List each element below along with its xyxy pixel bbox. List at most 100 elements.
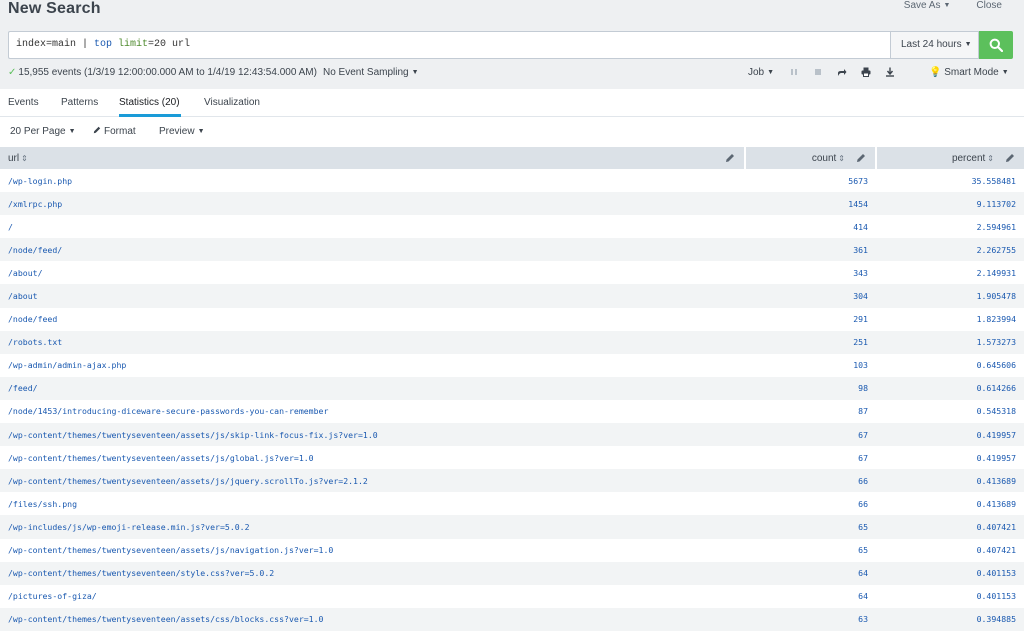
tab-visualization[interactable]: Visualization (204, 97, 260, 108)
percent-cell[interactable]: 0.407421 (876, 538, 1024, 562)
count-cell[interactable]: 67 (745, 423, 876, 447)
percent-cell[interactable]: 35.558481 (876, 169, 1024, 193)
url-cell[interactable]: / (0, 215, 745, 239)
count-cell[interactable]: 66 (745, 469, 876, 493)
table-row: /node/1453/introducing-diceware-secure-p… (0, 399, 1024, 424)
close-button[interactable]: Close (976, 0, 1002, 11)
url-cell[interactable]: /wp-content/themes/twentyseventeen/asset… (0, 423, 745, 447)
percent-cell[interactable]: 0.401153 (876, 584, 1024, 608)
count-cell[interactable]: 64 (745, 561, 876, 585)
url-cell[interactable]: /files/ssh.png (0, 492, 745, 516)
pause-icon[interactable] (788, 66, 800, 78)
url-cell[interactable]: /pictures-of-giza/ (0, 584, 745, 608)
url-cell[interactable]: /wp-content/themes/twentyseventeen/style… (0, 561, 745, 585)
sort-icon[interactable]: ⇕ (987, 154, 994, 163)
save-as-button[interactable]: Save As ▼ (904, 0, 951, 11)
chevron-down-icon: ▼ (767, 69, 775, 76)
url-cell[interactable]: /node/feed/ (0, 238, 745, 262)
job-status-row: ✓ 15,955 events (1/3/19 12:00:00.000 AM t… (0, 62, 1024, 84)
tab-events[interactable]: Events (8, 97, 39, 108)
save-as-label: Save As (903, 0, 941, 11)
tab-statistics[interactable]: Statistics (20) (119, 97, 180, 108)
table-row: /xmlrpc.php 1454 9.113702 (0, 192, 1024, 216)
percent-cell[interactable]: 0.413689 (876, 469, 1024, 493)
url-cell[interactable]: /feed/ (0, 376, 745, 400)
count-cell[interactable]: 5673 (745, 169, 876, 193)
url-cell[interactable]: /wp-content/themes/twentyseventeen/asset… (0, 469, 745, 493)
url-cell[interactable]: /about/ (0, 261, 745, 285)
count-cell[interactable]: 103 (745, 353, 876, 377)
url-cell[interactable]: /node/feed (0, 307, 745, 331)
count-cell[interactable]: 98 (745, 376, 876, 400)
url-cell[interactable]: /wp-admin/admin-ajax.php (0, 353, 745, 377)
tab-patterns[interactable]: Patterns (61, 97, 98, 108)
percent-cell[interactable]: 0.407421 (876, 515, 1024, 539)
table-row: /wp-content/themes/twentyseventeen/style… (0, 561, 1024, 585)
sort-icon[interactable]: ⇕ (21, 154, 28, 163)
count-cell[interactable]: 304 (745, 284, 876, 308)
count-cell[interactable]: 414 (745, 215, 876, 239)
column-header-count[interactable]: count ⇕ (745, 147, 877, 169)
percent-cell[interactable]: 0.413689 (876, 492, 1024, 516)
url-cell[interactable]: /wp-login.php (0, 169, 745, 193)
pencil-icon[interactable] (725, 153, 735, 163)
percent-cell[interactable]: 0.614266 (876, 376, 1024, 400)
url-cell[interactable]: /robots.txt (0, 330, 745, 354)
column-header-url[interactable]: url ⇕ (0, 147, 746, 169)
pencil-icon[interactable] (856, 153, 866, 163)
search-input[interactable]: index=main | top limit=20 url (8, 31, 890, 59)
sort-icon[interactable]: ⇕ (838, 154, 845, 163)
percent-cell[interactable]: 0.419957 (876, 423, 1024, 447)
url-cell[interactable]: /xmlrpc.php (0, 192, 745, 216)
percent-cell[interactable]: 0.545318 (876, 399, 1024, 424)
preview-dropdown[interactable]: Preview ▼ (159, 126, 205, 137)
statistics-table: url ⇕ count ⇕ percent ⇕ /wp-login.php 5673 35… (0, 147, 1024, 644)
per-page-dropdown[interactable]: 20 Per Page ▼ (10, 126, 76, 137)
job-menu[interactable]: Job ▼ (748, 67, 774, 78)
table-row: /wp-content/themes/twentyseventeen/asset… (0, 446, 1024, 470)
column-header-percent[interactable]: percent ⇕ (876, 147, 1024, 169)
count-cell[interactable]: 67 (745, 446, 876, 470)
time-range-picker[interactable]: Last 24 hours ▼ (890, 31, 979, 59)
count-cell[interactable]: 64 (745, 584, 876, 608)
url-cell[interactable]: /wp-content/themes/twentyseventeen/asset… (0, 446, 745, 470)
percent-cell[interactable]: 9.113702 (876, 192, 1024, 216)
percent-cell[interactable]: 2.149931 (876, 261, 1024, 285)
count-cell[interactable]: 251 (745, 330, 876, 354)
count-cell[interactable]: 291 (745, 307, 876, 331)
share-icon[interactable] (836, 66, 848, 78)
search-button[interactable] (979, 31, 1013, 59)
percent-cell[interactable]: 1.905478 (876, 284, 1024, 308)
url-cell[interactable]: /about (0, 284, 745, 308)
print-icon[interactable] (860, 66, 872, 78)
url-cell[interactable]: /wp-content/themes/twentyseventeen/asset… (0, 538, 745, 562)
percent-cell[interactable]: 1.823994 (876, 307, 1024, 331)
search-mode-dropdown[interactable]: 💡 Smart Mode ▼ (929, 67, 1009, 78)
percent-cell[interactable]: 0.401153 (876, 561, 1024, 585)
pencil-icon[interactable] (1005, 153, 1015, 163)
top-actions: Save As ▼ Close (904, 0, 1002, 11)
url-cell[interactable]: /node/1453/introducing-diceware-secure-p… (0, 399, 745, 424)
percent-cell[interactable]: 1.573273 (876, 330, 1024, 354)
percent-cell[interactable]: 0.645606 (876, 353, 1024, 377)
percent-cell[interactable]: 2.594961 (876, 215, 1024, 239)
export-icon[interactable] (884, 66, 896, 78)
count-cell[interactable]: 1454 (745, 192, 876, 216)
event-sampling-dropdown[interactable]: No Event Sampling ▼ (323, 67, 419, 78)
column-label: url (8, 152, 20, 164)
count-cell[interactable]: 65 (745, 538, 876, 562)
count-cell[interactable]: 343 (745, 261, 876, 285)
count-cell[interactable]: 87 (745, 399, 876, 424)
percent-cell[interactable]: 2.262755 (876, 238, 1024, 262)
url-cell[interactable]: /wp-content/themes/twentyseventeen/asset… (0, 607, 745, 631)
count-cell[interactable]: 65 (745, 515, 876, 539)
url-cell[interactable]: /wp-includes/js/wp-emoji-release.min.js?… (0, 515, 745, 539)
count-cell[interactable]: 63 (745, 607, 876, 631)
count-cell[interactable]: 361 (745, 238, 876, 262)
preview-label: Preview (159, 126, 195, 137)
percent-cell[interactable]: 0.419957 (876, 446, 1024, 470)
count-cell[interactable]: 66 (745, 492, 876, 516)
stop-icon[interactable] (812, 66, 824, 78)
format-button[interactable]: Format (93, 126, 136, 137)
percent-cell[interactable]: 0.394885 (876, 607, 1024, 631)
